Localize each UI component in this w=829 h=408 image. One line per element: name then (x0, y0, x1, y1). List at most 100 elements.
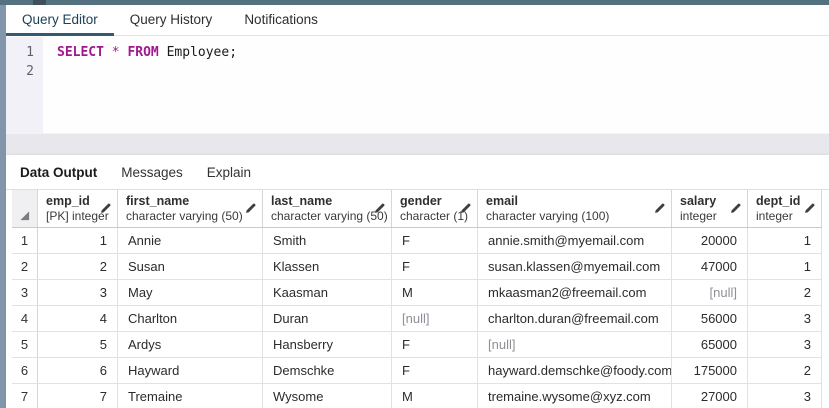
cell-email[interactable]: tremaine.wysome@xyz.com (478, 384, 672, 408)
table-row: 77TremaineWysomeMtremaine.wysome@xyz.com… (12, 384, 822, 408)
cell-first_name[interactable]: Tremaine (118, 384, 263, 408)
tab-notifications[interactable]: Notifications (228, 5, 334, 35)
row-number[interactable]: 2 (12, 254, 38, 279)
row-number[interactable]: 6 (12, 358, 38, 383)
cell-gender[interactable]: F (392, 254, 478, 279)
cell-emp_id[interactable]: 5 (38, 332, 118, 357)
column-name: last_name (271, 194, 383, 208)
column-header-dept_id[interactable]: dept_idinteger (748, 190, 822, 227)
cell-last_name[interactable]: Kaasman (263, 280, 392, 305)
column-header-first_name[interactable]: first_namecharacter varying (50) (118, 190, 263, 227)
cell-gender[interactable]: F (392, 228, 478, 253)
cell-dept_id[interactable]: 2 (748, 280, 822, 305)
column-header-gender[interactable]: gendercharacter (1) (392, 190, 478, 227)
cell-dept_id[interactable]: 1 (748, 228, 822, 253)
cell-first_name[interactable]: Susan (118, 254, 263, 279)
sql-code-area[interactable]: SELECT * FROM Employee; (43, 37, 237, 133)
cell-emp_id[interactable]: 2 (38, 254, 118, 279)
column-type: character varying (100) (486, 209, 663, 223)
cell-last_name[interactable]: Smith (263, 228, 392, 253)
tab-query-editor[interactable]: Query Editor (6, 5, 114, 35)
cell-emp_id[interactable]: 3 (38, 280, 118, 305)
select-all-cell[interactable] (12, 190, 38, 227)
cell-salary[interactable]: 20000 (672, 228, 748, 253)
column-header-salary[interactable]: salaryinteger (672, 190, 748, 227)
sql-editor[interactable]: 1 2 SELECT * FROM Employee; (6, 37, 829, 133)
row-number[interactable]: 4 (12, 306, 38, 331)
row-number[interactable]: 3 (12, 280, 38, 305)
sql-token: * (112, 45, 120, 60)
column-name: first_name (126, 194, 254, 208)
tab-query-history[interactable]: Query History (114, 5, 229, 35)
cell-first_name[interactable]: Charlton (118, 306, 263, 331)
sql-token: FROM (127, 45, 158, 60)
column-name: email (486, 194, 663, 208)
cell-first_name[interactable]: Hayward (118, 358, 263, 383)
column-type: character (1) (400, 209, 469, 223)
column-header-last_name[interactable]: last_namecharacter varying (50) (263, 190, 392, 227)
cell-last_name[interactable]: Klassen (263, 254, 392, 279)
cell-dept_id[interactable]: 3 (748, 384, 822, 408)
cell-gender[interactable]: M (392, 280, 478, 305)
table-row: 22SusanKlassenFsusan.klassen@myemail.com… (12, 254, 822, 280)
cell-salary[interactable]: [null] (672, 280, 748, 305)
cell-first_name[interactable]: Ardys (118, 332, 263, 357)
output-tab-bar: Data Output Messages Explain (6, 155, 829, 190)
edit-column-icon[interactable] (804, 202, 816, 214)
row-number[interactable]: 7 (12, 384, 38, 408)
cell-salary[interactable]: 47000 (672, 254, 748, 279)
cell-salary[interactable]: 56000 (672, 306, 748, 331)
edit-column-icon[interactable] (654, 202, 666, 214)
cell-last_name[interactable]: Hansberry (263, 332, 392, 357)
sql-token (159, 45, 167, 60)
cell-last_name[interactable]: Demschke (263, 358, 392, 383)
tab-explain[interactable]: Explain (195, 165, 263, 180)
cell-dept_id[interactable]: 3 (748, 332, 822, 357)
edit-column-icon[interactable] (460, 202, 472, 214)
cell-salary[interactable]: 27000 (672, 384, 748, 408)
cell-gender[interactable]: F (392, 332, 478, 357)
edit-column-icon[interactable] (245, 202, 257, 214)
sql-token: Employee; (167, 45, 237, 60)
column-header-email[interactable]: emailcharacter varying (100) (478, 190, 672, 227)
line-number: 1 (6, 43, 34, 62)
sql-token (104, 45, 112, 60)
select-all-icon (19, 210, 30, 221)
column-name: gender (400, 194, 469, 208)
cell-salary[interactable]: 175000 (672, 358, 748, 383)
cell-emp_id[interactable]: 7 (38, 384, 118, 408)
cell-first_name[interactable]: May (118, 280, 263, 305)
cell-last_name[interactable]: Duran (263, 306, 392, 331)
cell-dept_id[interactable]: 1 (748, 254, 822, 279)
cell-salary[interactable]: 65000 (672, 332, 748, 357)
cell-email[interactable]: mkaasman2@freemail.com (478, 280, 672, 305)
horizontal-splitter[interactable] (6, 133, 829, 155)
cell-email[interactable]: [null] (478, 332, 672, 357)
column-header-emp_id[interactable]: emp_id[PK] integer (38, 190, 118, 227)
edit-column-icon[interactable] (730, 202, 742, 214)
cell-email[interactable]: charlton.duran@freemail.com (478, 306, 672, 331)
tab-data-output[interactable]: Data Output (8, 165, 109, 180)
row-number[interactable]: 1 (12, 228, 38, 253)
edit-column-icon[interactable] (100, 202, 112, 214)
cell-dept_id[interactable]: 3 (748, 306, 822, 331)
cell-last_name[interactable]: Wysome (263, 384, 392, 408)
cell-emp_id[interactable]: 6 (38, 358, 118, 383)
sql-token: SELECT (57, 45, 104, 60)
cell-emp_id[interactable]: 1 (38, 228, 118, 253)
tab-messages[interactable]: Messages (109, 165, 195, 180)
cell-gender[interactable]: F (392, 358, 478, 383)
cell-email[interactable]: susan.klassen@myemail.com (478, 254, 672, 279)
cell-email[interactable]: hayward.demschke@foody.com (478, 358, 672, 383)
cell-dept_id[interactable]: 2 (748, 358, 822, 383)
cell-gender[interactable]: M (392, 384, 478, 408)
cell-email[interactable]: annie.smith@myemail.com (478, 228, 672, 253)
column-type: character varying (50) (271, 209, 383, 223)
cell-gender[interactable]: [null] (392, 306, 478, 331)
line-number: 2 (6, 62, 34, 81)
query-tool-window: Query Editor Query History Notifications… (0, 0, 829, 408)
cell-emp_id[interactable]: 4 (38, 306, 118, 331)
row-number[interactable]: 5 (12, 332, 38, 357)
edit-column-icon[interactable] (374, 202, 386, 214)
cell-first_name[interactable]: Annie (118, 228, 263, 253)
